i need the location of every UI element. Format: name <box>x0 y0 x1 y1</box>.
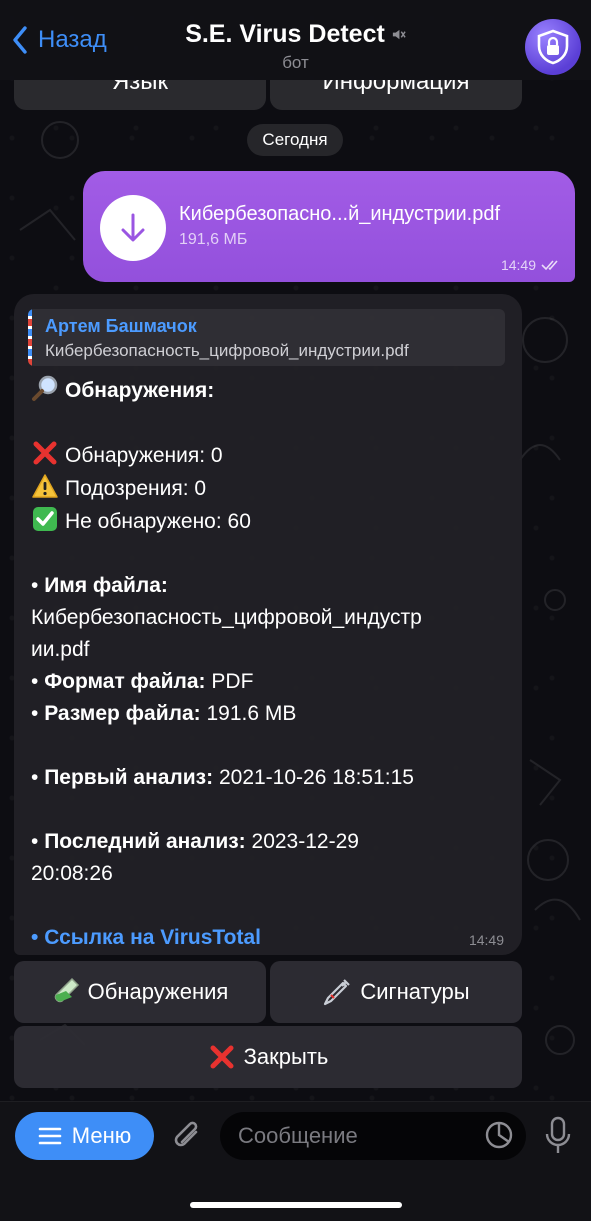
close-button-label: Закрыть <box>243 1044 329 1069</box>
test-tube-icon <box>54 977 79 1003</box>
back-button[interactable]: Назад <box>12 26 107 54</box>
warning-icon <box>32 474 58 498</box>
bullet: • <box>31 766 39 789</box>
close-button[interactable]: Закрыть <box>14 1026 522 1088</box>
red-cross-icon <box>33 441 57 465</box>
bullet: • <box>31 574 39 597</box>
reply-quote[interactable]: Артем Башмачок Кибербезопасность_цифрово… <box>28 309 505 366</box>
paperclip-icon[interactable] <box>170 1118 204 1156</box>
chevron-left-icon <box>13 26 27 54</box>
download-button[interactable] <box>100 195 166 261</box>
check-mark-icon <box>33 507 57 531</box>
back-label: Назад <box>38 26 107 53</box>
file-name-label: Имя файла: <box>44 574 168 597</box>
reply-bar <box>28 309 32 366</box>
reply-text: Кибербезопасность_цифровой_индустрии.pdf <box>45 341 409 360</box>
arrow-down-icon <box>121 213 145 242</box>
chat-title: S.E. Virus Detect <box>185 20 385 48</box>
bullet: • <box>31 702 39 725</box>
sticker-icon[interactable] <box>484 1120 514 1150</box>
bullet: • <box>31 670 39 693</box>
magnifier-icon <box>32 375 58 401</box>
last-analysis-date: 2023-12-29 <box>251 830 359 853</box>
language-button[interactable]: Язык <box>14 80 266 110</box>
message-time: 14:49 <box>501 257 563 273</box>
menu-button-label: Меню <box>71 1123 132 1148</box>
signatures-button[interactable]: Сигнатуры <box>270 961 522 1023</box>
information-button[interactable]: Информация <box>270 80 522 110</box>
date-separator: Сегодня <box>247 124 343 156</box>
file-name: Кибербезопасно...й_индустрии.pdf <box>179 203 501 225</box>
first-analysis-label: Первый анализ: <box>44 766 214 789</box>
menu-lines-icon <box>38 1127 62 1145</box>
file-size: 191,6 МБ <box>179 231 248 248</box>
file-name-value-1: Кибербезопасность_цифровой_индустр <box>31 606 422 629</box>
chat-subtitle: бот <box>282 53 309 72</box>
detections-heading: Обнаружения: <box>65 379 215 402</box>
bot-avatar[interactable] <box>525 19 581 75</box>
file-format-value: PDF <box>211 670 254 693</box>
double-check-icon <box>541 260 558 271</box>
information-button-label: Информация <box>322 80 470 95</box>
bullet: • <box>31 926 39 949</box>
chat-title-area[interactable]: S.E. Virus Detect бот <box>130 20 461 73</box>
detections-button[interactable]: Обнаружения <box>14 961 266 1023</box>
scan-result-text: Обнаружения: Обнаружения: 0 Подозрения: … <box>31 374 506 954</box>
first-analysis-value: 2021-10-26 18:51:15 <box>218 766 414 789</box>
bot-scan-result-message: Артем Башмачок Кибербезопасность_цифрово… <box>14 294 522 955</box>
chat-header: Назад S.E. Virus Detect бот <box>0 0 591 80</box>
outgoing-file-message[interactable]: Кибербезопасно...й_индустрии.pdf 191,6 М… <box>83 171 575 282</box>
message-input[interactable] <box>220 1112 526 1160</box>
microphone-icon[interactable] <box>544 1116 572 1156</box>
suspicious-count: Подозрения: 0 <box>65 477 207 500</box>
shield-lock-icon <box>537 29 569 65</box>
file-format-label: Формат файла: <box>44 670 206 693</box>
bullet: • <box>31 830 39 853</box>
detected-count: Обнаружения: 0 <box>65 444 223 467</box>
undetected-count: Не обнаружено: 60 <box>65 510 251 533</box>
time-label: 14:49 <box>500 257 536 273</box>
syringe-icon <box>324 979 351 1006</box>
signatures-button-label: Сигнатуры <box>360 979 470 1004</box>
menu-button[interactable]: Меню <box>15 1112 154 1160</box>
muted-icon <box>392 29 406 40</box>
file-size-label: Размер файла: <box>44 702 201 725</box>
virustotal-link[interactable]: Ссылка на VirusTotal <box>44 926 261 949</box>
file-size-value: 191.6 MB <box>206 702 297 725</box>
message-time: 14:49 <box>468 932 504 948</box>
last-analysis-label: Последний анализ: <box>44 830 246 853</box>
file-name-value-2: ии.pdf <box>31 638 90 661</box>
home-indicator <box>190 1202 402 1208</box>
language-button-label: Язык <box>111 80 169 95</box>
reply-author: Артем Башмачок <box>45 316 197 336</box>
last-analysis-time: 20:08:26 <box>31 862 113 885</box>
detections-button-label: Обнаружения <box>87 979 229 1004</box>
red-cross-icon <box>210 1045 234 1069</box>
